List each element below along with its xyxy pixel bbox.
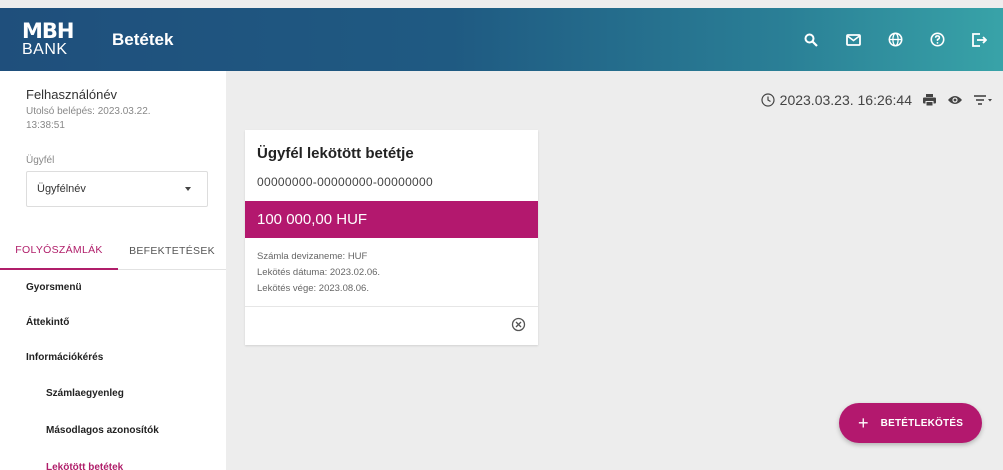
header-actions [799,8,991,71]
sidebar-tabs: FOLYÓSZÁMLÁK BEFEKTETÉSEK [0,232,226,270]
tab-folyoszamlak[interactable]: FOLYÓSZÁMLÁK [0,232,118,270]
chevron-down-icon [185,187,191,191]
deposit-card-title: Ügyfél lekötött betétje [257,145,414,162]
close-circle-icon[interactable] [511,317,526,337]
logout-icon[interactable] [967,28,991,52]
print-icon[interactable] [922,93,937,107]
top-bar: MBH BANK Betétek [0,8,1003,71]
sidebar-item-szamlaegyenleg[interactable]: Számlaegyenleg [0,375,226,412]
plus-icon: + [857,413,869,433]
sidebar-item-informaciokeres[interactable]: Információkérés [0,340,226,375]
clock-icon [761,93,775,107]
new-deposit-button[interactable]: + BETÉTLEKÖTÉS [839,403,982,443]
tab-befektetesek[interactable]: BEFEKTETÉSEK [118,232,226,270]
account-number: 00000000-00000000-00000000 [257,175,433,189]
logo-text: BANK [22,41,68,58]
logo-mark: MBH [22,19,74,43]
globe-icon[interactable] [883,28,907,52]
timestamp-display: 2023.03.23. 16:26:44 [761,92,912,108]
sidebar-item-lekotott-betetek[interactable]: Lekötött betétek [0,449,226,470]
last-login: Utolsó belépés: 2023.03.22. 13:38:51 [26,106,151,131]
client-select-value: Ügyfélnév [37,183,86,195]
eye-icon[interactable] [947,94,963,106]
sidebar-item-gyorsmenu[interactable]: Gyorsmenü [0,270,226,305]
deposit-amount: 100 000,00 HUF [245,201,538,238]
page-title: Betétek [112,29,174,49]
timestamp: 2023.03.23. 16:26:44 [779,92,912,108]
help-icon[interactable] [925,28,949,52]
client-label: Ügyfél [26,155,55,166]
deposit-card-footer [245,306,538,345]
end-date-line: Lekötés vége: 2023.08.06. [257,283,369,294]
start-date-line: Lekötés dátuma: 2023.02.06. [257,267,381,278]
sidebar: Felhasználónév Utolsó belépés: 2023.03.2… [0,71,226,470]
sidebar-menu: Gyorsmenü Áttekintő Információkérés Szám… [0,270,226,470]
sidebar-item-masodlagos-azonositok[interactable]: Másodlagos azonosítók [0,412,226,449]
toolbar: 2023.03.23. 16:26:44 [761,92,993,108]
currency-line: Számla devizaneme: HUF [257,251,368,262]
filter-icon[interactable] [973,94,993,106]
deposit-details: Számla devizaneme: HUF Lekötés dátuma: 2… [257,249,380,297]
new-deposit-label: BETÉTLEKÖTÉS [880,417,964,429]
user-info: Felhasználónév Utolsó belépés: 2023.03.2… [0,71,226,133]
deposit-card[interactable]: Ügyfél lekötött betétje 00000000-0000000… [245,130,538,345]
sidebar-item-attekinto[interactable]: Áttekintő [0,305,226,340]
search-icon[interactable] [799,28,823,52]
client-select[interactable]: Ügyfélnév [26,171,208,207]
mail-icon[interactable] [841,28,865,52]
username: Felhasználónév [26,87,118,102]
bank-logo[interactable]: MBH BANK [22,21,102,58]
